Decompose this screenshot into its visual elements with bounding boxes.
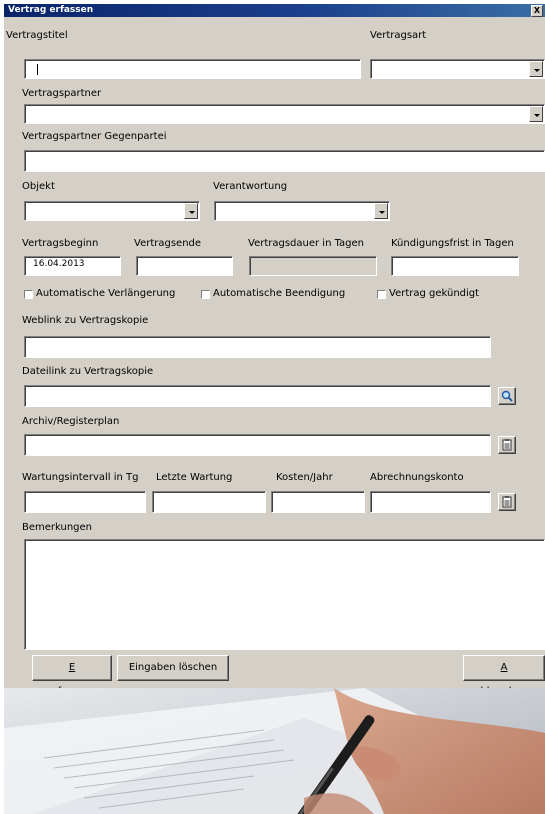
wartungsintervall-input[interactable]	[24, 491, 146, 513]
magnifier-icon	[501, 390, 513, 402]
kosten-label: Kosten/Jahr	[276, 472, 333, 483]
close-button[interactable]: X	[531, 5, 543, 17]
archiv-picker-button[interactable]	[498, 436, 516, 454]
auto-beendigung-checkbox[interactable]	[201, 290, 210, 299]
vertragsende-input[interactable]	[136, 256, 233, 276]
verantwortung-label: Verantwortung	[213, 181, 288, 192]
auto-verlaengerung-label[interactable]: Automatische Verlängerung	[36, 288, 175, 300]
vertragsdauer-input	[249, 256, 377, 276]
dateilink-label: Dateilink zu Vertragskopie	[22, 366, 154, 377]
vertragspartner-select[interactable]	[24, 104, 545, 124]
vertragsbeginn-label: Vertragsbeginn	[22, 238, 99, 249]
vertragstitel-label: Vertragstitel	[6, 30, 68, 41]
dropdown-arrow-icon[interactable]	[374, 203, 388, 219]
wartungsintervall-label: Wartungsintervall in Tg	[22, 472, 139, 483]
eingaben-loeschen-label: Eingaben löschen	[128, 662, 218, 673]
letzte-wartung-input[interactable]	[152, 491, 266, 513]
gegenpartei-input[interactable]	[24, 150, 545, 172]
browse-file-button[interactable]	[498, 387, 516, 405]
archiv-input[interactable]	[24, 434, 491, 456]
abbrechen-mnemonic: A	[500, 662, 508, 673]
kosten-input[interactable]	[271, 491, 365, 513]
auto-verlaengerung-checkbox[interactable]	[24, 290, 33, 299]
abrechnungskonto-label: Abrechnungskonto	[370, 472, 464, 483]
bemerkungen-label: Bemerkungen	[22, 522, 93, 533]
kuendigungsfrist-input[interactable]	[391, 256, 519, 276]
eingaben-loeschen-button[interactable]: Eingaben löschen	[117, 655, 229, 681]
contract-signing-photo	[4, 688, 545, 814]
archiv-label: Archiv/Registerplan	[22, 416, 120, 427]
auto-beendigung-label[interactable]: Automatische Beendigung	[213, 288, 345, 300]
gekuendigt-checkbox[interactable]	[377, 290, 386, 299]
clipboard-icon	[502, 496, 512, 508]
clipboard-icon	[502, 439, 512, 451]
gegenpartei-label: Vertragspartner Gegenpartei	[22, 131, 167, 142]
window-title: Vertrag erfassen	[8, 5, 94, 15]
weblink-label: Weblink zu Vertragskopie	[22, 315, 149, 326]
erfassen-mnemonic: E	[68, 662, 76, 673]
vertragsdauer-label: Vertragsdauer in Tagen	[248, 238, 365, 249]
vertragsbeginn-value: 16.04.2013	[33, 259, 85, 269]
letzte-wartung-label: Letzte Wartung	[156, 472, 233, 483]
weblink-input[interactable]	[24, 336, 491, 358]
dropdown-arrow-icon[interactable]	[184, 203, 198, 219]
dropdown-arrow-icon[interactable]	[529, 106, 543, 122]
vertragspartner-label: Vertragspartner	[22, 88, 102, 99]
verantwortung-select[interactable]	[214, 201, 390, 221]
vertragstitel-input[interactable]	[24, 59, 361, 79]
abbrechen-button[interactable]: Abbrechen	[463, 655, 545, 697]
vertragsende-label: Vertragsende	[134, 238, 202, 249]
vertragsart-label: Vertragsart	[370, 30, 427, 41]
vertragsbeginn-input[interactable]: 16.04.2013	[24, 256, 121, 276]
title-bar[interactable]: Vertrag erfassen X	[4, 4, 545, 17]
erfassen-button[interactable]: Erfassen	[32, 655, 112, 697]
contract-signing-illustration	[4, 688, 545, 814]
dropdown-arrow-icon[interactable]	[529, 61, 543, 77]
dialog-window: Vertrag erfassen X Vertragstitel Vertrag…	[4, 4, 545, 814]
objekt-select[interactable]	[24, 201, 200, 221]
dateilink-input[interactable]	[24, 385, 491, 407]
objekt-label: Objekt	[22, 181, 55, 192]
gekuendigt-label[interactable]: Vertrag gekündigt	[389, 288, 479, 300]
vertragsart-select[interactable]	[370, 59, 545, 79]
text-caret	[37, 64, 38, 75]
abrechnungskonto-input[interactable]	[370, 491, 491, 513]
bemerkungen-textarea[interactable]	[24, 539, 545, 650]
abrechnungskonto-picker-button[interactable]	[498, 493, 516, 511]
kuendigungsfrist-label: Kündigungsfrist in Tagen	[391, 238, 514, 249]
